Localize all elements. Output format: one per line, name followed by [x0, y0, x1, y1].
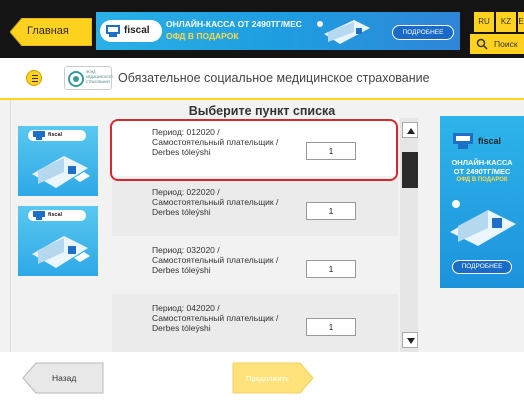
fiscal-logo-icon — [106, 25, 120, 37]
banner-subtitle: ОФД В ПОДАРОК — [166, 31, 239, 41]
right-ad-title-line-1: ОНЛАЙН-КАССА — [451, 158, 513, 167]
list-item[interactable]: Период: 032020 / Самостоятельный платель… — [112, 236, 398, 294]
insurance-fund-logo: ФОНД МЕДИЦИНСКОГО СТРАХОВАНИЯ — [64, 66, 113, 90]
right-ad-title-line-2: ОТ 2490ТГ/МЕС — [453, 167, 511, 176]
item-period: Период: 032020 / — [152, 245, 220, 255]
list-item[interactable]: Период: 042020 / Самостоятельный платель… — [112, 294, 398, 352]
back-button[interactable]: Назад — [22, 362, 104, 394]
banner-title: ОНЛАЙН-КАССА ОТ 2490ТГ/МЕС — [166, 19, 302, 29]
item-payer-type: Самостоятельный плательщик / — [152, 197, 279, 207]
fund-logo-line-2: МЕДИЦИНСКОГО — [86, 75, 113, 79]
scroll-up-button[interactable] — [402, 122, 418, 138]
right-ad-more-button[interactable]: ПОДРОБНЕЕ — [452, 260, 512, 274]
page-title: Обязательное социальное медицинское стра… — [118, 71, 430, 85]
list-item-text: Период: 022020 / Самостоятельный платель… — [152, 187, 278, 217]
right-ad-logo-text: fiscal — [478, 136, 502, 146]
top-ad-banner[interactable]: fiscal ОНЛАЙН-КАССА ОТ 2490ТГ/МЕС ОФД В … — [96, 12, 460, 50]
left-ad-2-logo-text: fiscal — [48, 212, 63, 218]
left-ad-banner-2[interactable]: fiscal — [18, 206, 98, 276]
list-item-text: Период: 042020 / Самостоятельный платель… — [152, 303, 278, 333]
search-label: Поиск — [494, 39, 518, 49]
banner-more-button[interactable]: ПОДРОБНЕЕ — [392, 25, 454, 40]
right-ad-title: ОНЛАЙН-КАССА ОТ 2490ТГ/МЕС — [440, 158, 524, 176]
item-period: Период: 042020 / — [152, 303, 220, 313]
fiscal-logo-icon — [33, 211, 45, 220]
item-payer-type-kz: Derbes tóleýshi — [152, 323, 211, 333]
home-button-label: Главная — [27, 25, 69, 37]
fiscal-logo: fiscal — [100, 20, 162, 42]
home-button[interactable]: Главная — [10, 18, 92, 46]
item-payer-type: Самостоятельный плательщик / — [152, 313, 279, 323]
search-icon — [476, 38, 488, 50]
cash-register-illustration-icon — [32, 236, 90, 268]
list-menu-icon[interactable] — [26, 70, 42, 86]
scrollbar-thumb[interactable] — [402, 152, 418, 188]
quantity-field[interactable]: 1 — [306, 202, 356, 220]
continue-button[interactable]: Продолжить — [232, 362, 314, 394]
fiscal-logo-text: fiscal — [124, 25, 150, 36]
cash-register-illustration-icon — [450, 200, 516, 246]
list-item-text: Период: 032020 / Самостоятельный платель… — [152, 245, 278, 275]
triangle-down-icon — [407, 338, 415, 344]
right-ad-subtitle: ОФД В ПОДАРОК — [456, 177, 508, 183]
item-payer-type: Самостоятельный плательщик / — [152, 255, 279, 265]
triangle-up-icon — [407, 128, 415, 134]
item-period: Период: 022020 / — [152, 187, 220, 197]
continue-button-label: Продолжить — [246, 374, 289, 383]
left-ad-1-logo-text: fiscal — [48, 132, 63, 138]
cash-register-illustration-icon — [32, 156, 90, 188]
fiscal-logo-icon — [33, 131, 45, 140]
quantity-field[interactable]: 1 — [306, 318, 356, 336]
scroll-down-button[interactable] — [402, 332, 418, 348]
quantity-field[interactable]: 1 — [306, 260, 356, 278]
right-ad-banner[interactable]: fiscal ОНЛАЙН-КАССА ОТ 2490ТГ/МЕС ОФД В … — [440, 116, 524, 288]
fund-emblem-icon — [68, 71, 84, 87]
lang-en-button[interactable]: E — [518, 12, 524, 32]
back-button-label: Назад — [52, 373, 77, 383]
left-ad-1-logo: fiscal — [28, 130, 86, 141]
fund-logo-line-3: СТРАХОВАНИЯ — [86, 80, 110, 84]
selected-item-highlight — [110, 119, 398, 181]
left-ad-2-logo: fiscal — [28, 210, 86, 221]
search-button[interactable]: Поиск — [470, 34, 524, 54]
list-item[interactable]: Период: 022020 / Самостоятельный платель… — [112, 178, 398, 236]
lang-ru-button[interactable]: RU — [474, 12, 494, 32]
item-payer-type-kz: Derbes tóleýshi — [152, 265, 211, 275]
cash-register-illustration-icon — [317, 20, 370, 44]
left-ad-banner-1[interactable]: fiscal — [18, 126, 98, 196]
item-payer-type-kz: Derbes tóleýshi — [152, 207, 211, 217]
fiscal-logo-icon — [453, 133, 473, 149]
fund-logo-line-1: ФОНД — [86, 70, 96, 74]
lang-kz-button[interactable]: KZ — [496, 12, 516, 32]
